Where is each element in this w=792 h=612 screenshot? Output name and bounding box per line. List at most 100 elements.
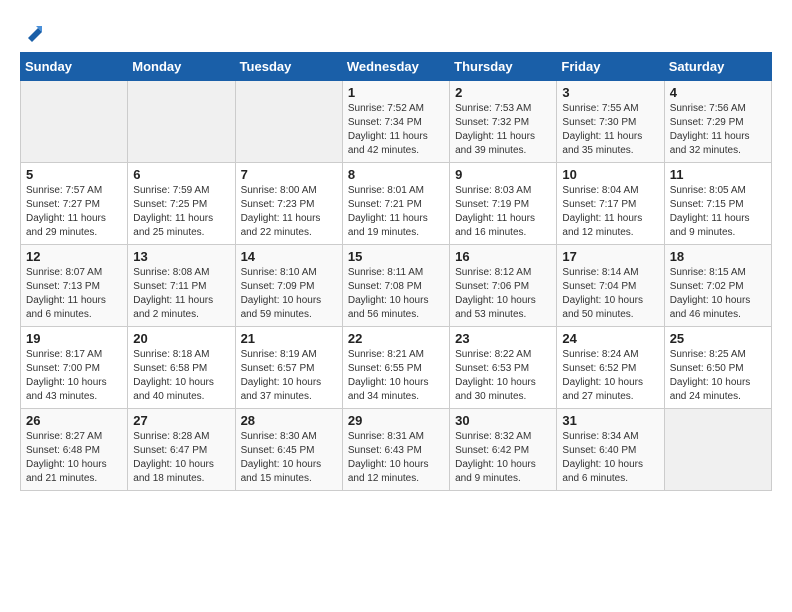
calendar-table: SundayMondayTuesdayWednesdayThursdayFrid… — [20, 52, 772, 491]
calendar-header-sunday: Sunday — [21, 53, 128, 81]
day-number: 16 — [455, 249, 551, 264]
calendar-cell — [235, 81, 342, 163]
day-number: 8 — [348, 167, 444, 182]
day-number: 25 — [670, 331, 766, 346]
calendar-cell: 23 Sunrise: 8:22 AM Sunset: 6:53 PM Dayli… — [450, 327, 557, 409]
day-number: 15 — [348, 249, 444, 264]
calendar-header-monday: Monday — [128, 53, 235, 81]
calendar-cell: 7 Sunrise: 8:00 AM Sunset: 7:23 PM Daylig… — [235, 163, 342, 245]
calendar-cell — [128, 81, 235, 163]
day-info: Sunrise: 8:11 AM Sunset: 7:08 PM Dayligh… — [348, 266, 444, 322]
day-number: 17 — [562, 249, 658, 264]
day-number: 23 — [455, 331, 551, 346]
calendar-header-tuesday: Tuesday — [235, 53, 342, 81]
calendar-cell: 29 Sunrise: 8:31 AM Sunset: 6:43 PM Dayli… — [342, 409, 449, 491]
day-number: 14 — [241, 249, 337, 264]
day-number: 28 — [241, 413, 337, 428]
day-info: Sunrise: 8:01 AM Sunset: 7:21 PM Dayligh… — [348, 184, 444, 240]
day-number: 7 — [241, 167, 337, 182]
calendar-cell: 13Sunrise: 8:08 AM Sunset: 7:11 PM Dayli… — [128, 245, 235, 327]
day-info: Sunrise: 8:10 AM Sunset: 7:09 PM Dayligh… — [241, 266, 337, 322]
calendar-header-saturday: Saturday — [664, 53, 771, 81]
calendar-week-row: 5 Sunrise: 7:57 AM Sunset: 7:27 PM Daylig… — [21, 163, 772, 245]
calendar-week-row: 1 Sunrise: 7:52 AM Sunset: 7:34 PM Daylig… — [21, 81, 772, 163]
day-info: Sunrise: 8:25 AM Sunset: 6:50 PM Dayligh… — [670, 348, 766, 404]
day-number: 3 — [562, 85, 658, 100]
day-number: 18 — [670, 249, 766, 264]
day-info: Sunrise: 8:24 AM Sunset: 6:52 PM Dayligh… — [562, 348, 658, 404]
day-info: Sunrise: 8:17 AM Sunset: 7:00 PM Dayligh… — [26, 348, 122, 404]
calendar-cell — [664, 409, 771, 491]
day-number: 5 — [26, 167, 122, 182]
day-number: 12 — [26, 249, 122, 264]
day-number: 27 — [133, 413, 229, 428]
calendar-header-thursday: Thursday — [450, 53, 557, 81]
day-info: Sunrise: 7:53 AM Sunset: 7:32 PM Dayligh… — [455, 102, 551, 158]
calendar-cell: 2 Sunrise: 7:53 AM Sunset: 7:32 PM Daylig… — [450, 81, 557, 163]
calendar-cell: 15 Sunrise: 8:11 AM Sunset: 7:08 PM Dayli… — [342, 245, 449, 327]
day-number: 24 — [562, 331, 658, 346]
calendar-cell: 22 Sunrise: 8:21 AM Sunset: 6:55 PM Dayli… — [342, 327, 449, 409]
day-info: Sunrise: 7:52 AM Sunset: 7:34 PM Dayligh… — [348, 102, 444, 158]
day-info: Sunrise: 8:18 AM Sunset: 6:58 PM Dayligh… — [133, 348, 229, 404]
calendar-cell: 12Sunrise: 8:07 AM Sunset: 7:13 PM Dayli… — [21, 245, 128, 327]
calendar-cell: 19 Sunrise: 8:17 AM Sunset: 7:00 PM Dayli… — [21, 327, 128, 409]
day-number: 4 — [670, 85, 766, 100]
logo-icon — [22, 20, 44, 42]
calendar-cell: 21Sunrise: 8:19 AM Sunset: 6:57 PM Dayli… — [235, 327, 342, 409]
day-number: 22 — [348, 331, 444, 346]
day-number: 26 — [26, 413, 122, 428]
day-info: Sunrise: 8:14 AM Sunset: 7:04 PM Dayligh… — [562, 266, 658, 322]
day-number: 6 — [133, 167, 229, 182]
calendar-header-friday: Friday — [557, 53, 664, 81]
day-info: Sunrise: 8:04 AM Sunset: 7:17 PM Dayligh… — [562, 184, 658, 240]
day-number: 31 — [562, 413, 658, 428]
day-number: 30 — [455, 413, 551, 428]
calendar-cell: 4 Sunrise: 7:56 AM Sunset: 7:29 PM Daylig… — [664, 81, 771, 163]
day-info: Sunrise: 8:30 AM Sunset: 6:45 PM Dayligh… — [241, 430, 337, 486]
day-info: Sunrise: 7:55 AM Sunset: 7:30 PM Dayligh… — [562, 102, 658, 158]
calendar-cell — [21, 81, 128, 163]
calendar-header-row: SundayMondayTuesdayWednesdayThursdayFrid… — [21, 53, 772, 81]
day-number: 1 — [348, 85, 444, 100]
day-info: Sunrise: 8:31 AM Sunset: 6:43 PM Dayligh… — [348, 430, 444, 486]
day-info: Sunrise: 8:15 AM Sunset: 7:02 PM Dayligh… — [670, 266, 766, 322]
calendar-cell: 16 Sunrise: 8:12 AM Sunset: 7:06 PM Dayli… — [450, 245, 557, 327]
calendar-cell: 25 Sunrise: 8:25 AM Sunset: 6:50 PM Dayli… — [664, 327, 771, 409]
calendar-cell: 24 Sunrise: 8:24 AM Sunset: 6:52 PM Dayli… — [557, 327, 664, 409]
day-number: 11 — [670, 167, 766, 182]
day-info: Sunrise: 7:56 AM Sunset: 7:29 PM Dayligh… — [670, 102, 766, 158]
calendar-week-row: 12Sunrise: 8:07 AM Sunset: 7:13 PM Dayli… — [21, 245, 772, 327]
calendar-cell: 3 Sunrise: 7:55 AM Sunset: 7:30 PM Daylig… — [557, 81, 664, 163]
calendar-cell: 9 Sunrise: 8:03 AM Sunset: 7:19 PM Daylig… — [450, 163, 557, 245]
day-info: Sunrise: 8:21 AM Sunset: 6:55 PM Dayligh… — [348, 348, 444, 404]
day-info: Sunrise: 8:08 AM Sunset: 7:11 PM Dayligh… — [133, 266, 229, 322]
calendar-cell: 6Sunrise: 7:59 AM Sunset: 7:25 PM Daylig… — [128, 163, 235, 245]
day-number: 20 — [133, 331, 229, 346]
day-info: Sunrise: 8:32 AM Sunset: 6:42 PM Dayligh… — [455, 430, 551, 486]
day-number: 19 — [26, 331, 122, 346]
logo — [20, 20, 44, 42]
page: SundayMondayTuesdayWednesdayThursdayFrid… — [0, 0, 792, 501]
day-info: Sunrise: 8:12 AM Sunset: 7:06 PM Dayligh… — [455, 266, 551, 322]
day-info: Sunrise: 7:57 AM Sunset: 7:27 PM Dayligh… — [26, 184, 122, 240]
day-info: Sunrise: 8:05 AM Sunset: 7:15 PM Dayligh… — [670, 184, 766, 240]
header — [20, 20, 772, 42]
day-info: Sunrise: 8:00 AM Sunset: 7:23 PM Dayligh… — [241, 184, 337, 240]
calendar-cell: 28 Sunrise: 8:30 AM Sunset: 6:45 PM Dayli… — [235, 409, 342, 491]
day-info: Sunrise: 8:34 AM Sunset: 6:40 PM Dayligh… — [562, 430, 658, 486]
calendar-week-row: 19 Sunrise: 8:17 AM Sunset: 7:00 PM Dayli… — [21, 327, 772, 409]
calendar-cell: 1 Sunrise: 7:52 AM Sunset: 7:34 PM Daylig… — [342, 81, 449, 163]
day-number: 9 — [455, 167, 551, 182]
calendar-cell: 5 Sunrise: 7:57 AM Sunset: 7:27 PM Daylig… — [21, 163, 128, 245]
day-number: 29 — [348, 413, 444, 428]
day-number: 2 — [455, 85, 551, 100]
calendar-cell: 30 Sunrise: 8:32 AM Sunset: 6:42 PM Dayli… — [450, 409, 557, 491]
day-info: Sunrise: 8:22 AM Sunset: 6:53 PM Dayligh… — [455, 348, 551, 404]
calendar-cell: 26Sunrise: 8:27 AM Sunset: 6:48 PM Dayli… — [21, 409, 128, 491]
calendar-cell: 20 Sunrise: 8:18 AM Sunset: 6:58 PM Dayli… — [128, 327, 235, 409]
day-info: Sunrise: 8:03 AM Sunset: 7:19 PM Dayligh… — [455, 184, 551, 240]
calendar-cell: 14 Sunrise: 8:10 AM Sunset: 7:09 PM Dayli… — [235, 245, 342, 327]
calendar-cell: 17 Sunrise: 8:14 AM Sunset: 7:04 PM Dayli… — [557, 245, 664, 327]
calendar-cell: 18 Sunrise: 8:15 AM Sunset: 7:02 PM Dayli… — [664, 245, 771, 327]
